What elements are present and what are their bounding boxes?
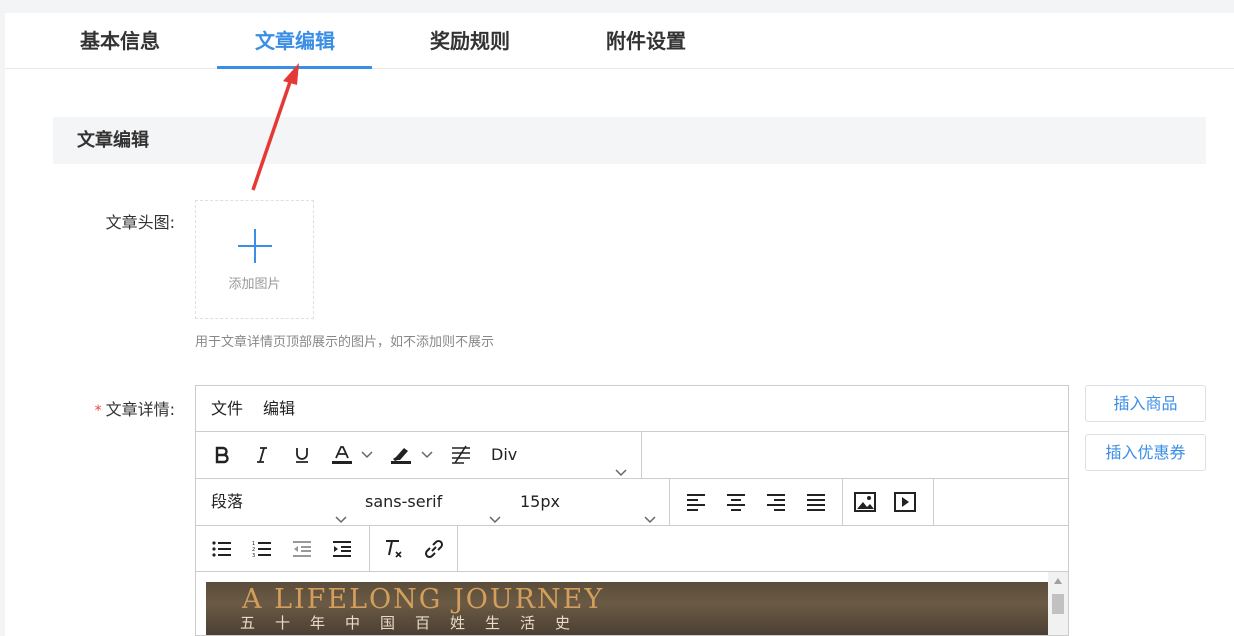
text-color-dropdown-chevron-down-icon[interactable]: [358, 441, 376, 469]
menu-edit[interactable]: 编辑: [263, 386, 295, 432]
toolbar-group-font: 段落 sans-serif 15px: [196, 479, 670, 525]
upload-image-button[interactable]: 添加图片: [195, 200, 314, 319]
upload-image-label: 添加图片: [228, 277, 281, 292]
font-size-select[interactable]: 15px: [520, 479, 660, 525]
poster-title: A LIFELONG JOURNEY: [242, 584, 605, 615]
font-size-value: 15px: [520, 492, 560, 511]
active-tab-indicator: [217, 66, 372, 69]
text-color-icon[interactable]: [328, 441, 356, 469]
page-container: 基本信息 文章编辑 奖励规则 附件设置 文章编辑 文章头图: 添加图片 用于文章…: [5, 13, 1234, 636]
clear-format-icon[interactable]: [380, 535, 408, 563]
tab-bar: 基本信息 文章编辑 奖励规则 附件设置: [5, 13, 1234, 69]
bullet-list-icon[interactable]: [208, 535, 236, 563]
indent-icon[interactable]: [328, 535, 356, 563]
section-header: 文章编辑: [53, 117, 1206, 164]
scroll-up-arrow-icon[interactable]: [1054, 578, 1062, 584]
svg-text:3: 3: [252, 553, 255, 558]
article-image: A LIFELONG JOURNEY 五十年中国百姓生活史: [206, 582, 1048, 635]
tab-article-edit[interactable]: 文章编辑: [250, 13, 340, 69]
article-detail-label-wrap: * 文章详情:: [85, 396, 175, 420]
toolbar-group-align: [670, 479, 843, 525]
insert-coupon-button[interactable]: 插入优惠券: [1085, 434, 1206, 471]
cover-image-hint: 用于文章详情页顶部展示的图片，如不添加则不展示: [195, 335, 495, 350]
font-family-select[interactable]: sans-serif: [365, 479, 505, 525]
tab-basic-info[interactable]: 基本信息: [77, 13, 163, 69]
editor-content[interactable]: A LIFELONG JOURNEY 五十年中国百姓生活史: [196, 572, 1068, 635]
highlight-color-icon[interactable]: [387, 441, 415, 469]
font-family-value: sans-serif: [365, 492, 443, 511]
poster-subtitle: 五十年中国百姓生活史: [240, 614, 591, 632]
toolbar-group-format: Div: [196, 432, 642, 478]
plus-icon: [238, 229, 272, 263]
strikethrough-lines-icon[interactable]: [447, 441, 475, 469]
tab-attachment-settings[interactable]: 附件设置: [602, 13, 690, 69]
cover-image-label: 文章头图:: [105, 213, 175, 232]
block-format-select[interactable]: Div: [491, 432, 633, 478]
toolbar-group-lists: 123: [196, 526, 370, 571]
insert-image-icon[interactable]: [851, 488, 879, 516]
highlight-dropdown-chevron-down-icon[interactable]: [418, 441, 436, 469]
toolbar-row-2: 段落 sans-serif 15px: [196, 479, 1068, 526]
tab-reward-rules[interactable]: 奖励规则: [426, 13, 514, 69]
block-format-value: Div: [491, 445, 518, 464]
editor-scrollbar[interactable]: [1048, 572, 1068, 635]
outdent-icon[interactable]: [288, 535, 316, 563]
align-right-icon[interactable]: [762, 488, 790, 516]
align-left-icon[interactable]: [682, 488, 710, 516]
paragraph-format-select[interactable]: 段落: [211, 479, 351, 525]
italic-icon[interactable]: [248, 441, 276, 469]
toolbar-group-media: [843, 479, 934, 525]
editor-menubar: 文件 编辑: [196, 386, 1068, 432]
insert-product-button[interactable]: 插入商品: [1085, 385, 1206, 422]
required-mark: *: [94, 403, 102, 419]
insert-video-icon[interactable]: [891, 488, 919, 516]
underline-icon[interactable]: [288, 441, 316, 469]
align-center-icon[interactable]: [722, 488, 750, 516]
link-icon[interactable]: [420, 535, 448, 563]
numbered-list-icon[interactable]: 123: [248, 535, 276, 563]
paragraph-format-value: 段落: [211, 492, 244, 511]
section-title: 文章编辑: [77, 130, 149, 151]
toolbar-row-3: 123: [196, 526, 1068, 572]
rich-text-editor: 文件 编辑 Div 段落 sans-serif 15px 1 2 3 A LIF…: [195, 385, 1069, 636]
article-detail-label: 文章详情:: [105, 400, 175, 419]
toolbar-row-1: Div: [196, 432, 1068, 479]
toolbar-group-misc: [370, 526, 458, 571]
align-justify-icon[interactable]: [802, 488, 830, 516]
bold-icon[interactable]: [208, 441, 236, 469]
menu-file[interactable]: 文件: [211, 386, 243, 432]
scroll-thumb[interactable]: [1052, 594, 1064, 614]
